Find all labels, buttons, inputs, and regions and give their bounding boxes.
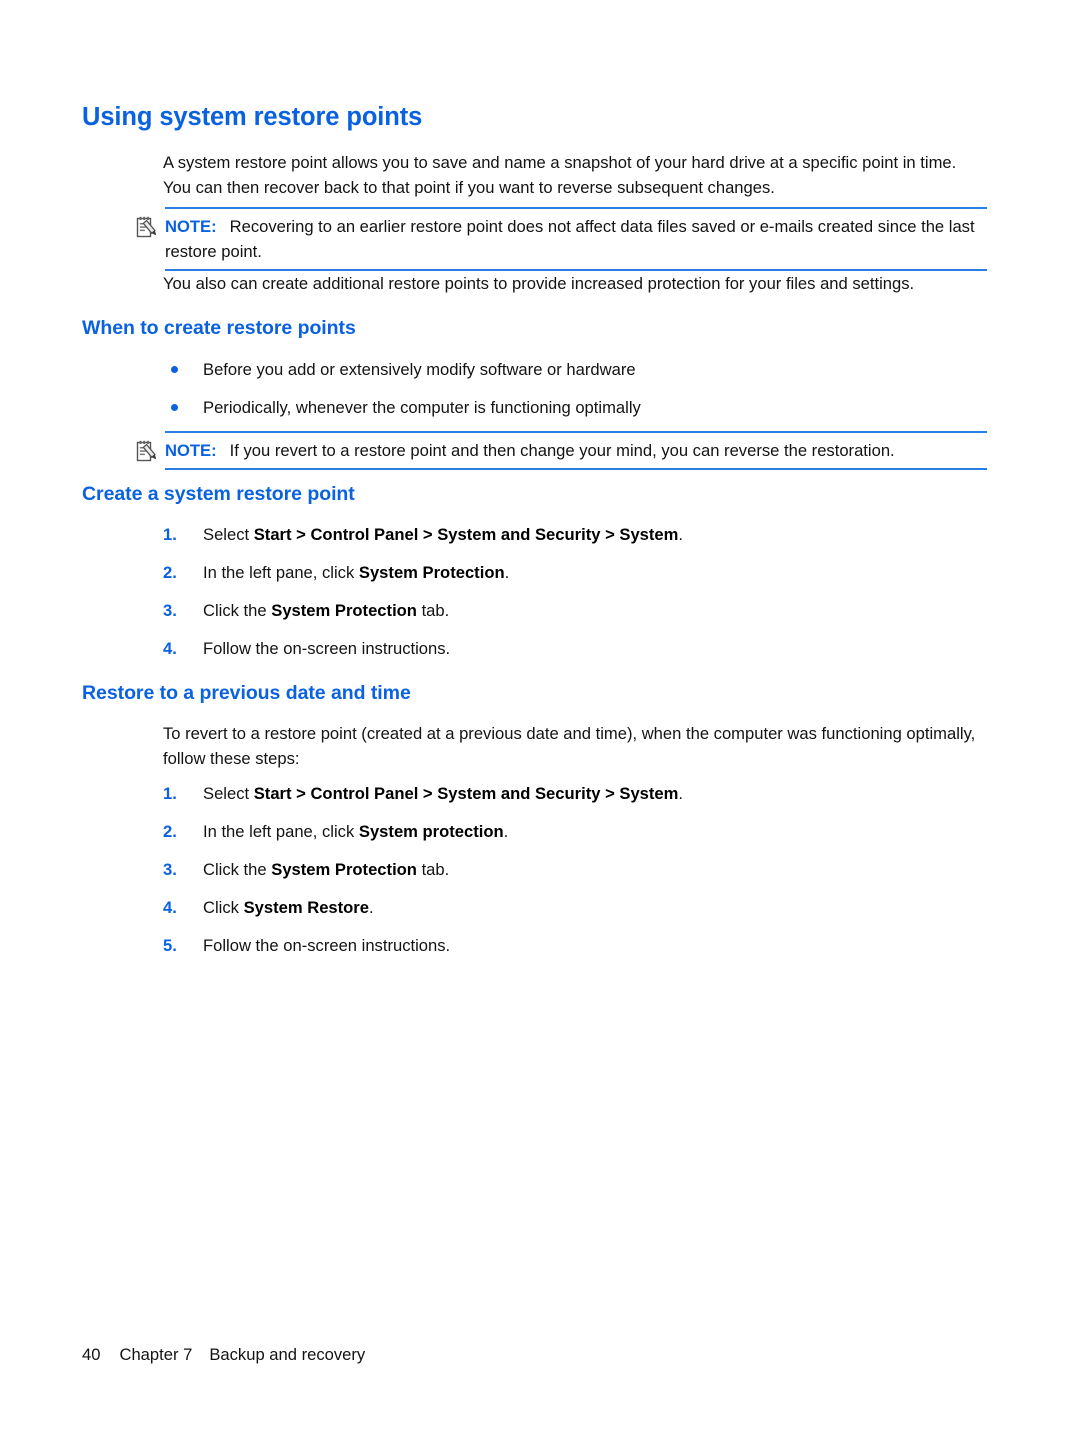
- step-text: Click System Restore.: [203, 898, 374, 917]
- page-title: Using system restore points: [82, 103, 423, 131]
- step-text-bold: System Restore: [243, 898, 369, 917]
- note-body-1: NOTE: Recovering to an earlier restore po…: [165, 207, 987, 271]
- additional-restore-points-paragraph: You also can create additional restore p…: [163, 274, 915, 293]
- step-number: 4.: [163, 639, 177, 658]
- section-heading-create-restore-point: Create a system restore point: [82, 483, 355, 505]
- list-item: 3. Click the System Protection tab.: [163, 857, 987, 895]
- list-item: 4. Click System Restore.: [163, 895, 987, 933]
- step-number: 5.: [163, 936, 177, 955]
- footer-page-number: 40: [82, 1345, 101, 1364]
- step-text-suffix: .: [503, 822, 509, 841]
- note-top-rule: [165, 431, 987, 433]
- create-restore-point-step-list: 1. Select Start > Control Panel > System…: [163, 522, 987, 674]
- step-number: 1.: [163, 784, 177, 803]
- list-item: Before you add or extensively modify sof…: [163, 357, 987, 395]
- note-text-2: If you revert to a restore point and the…: [229, 441, 895, 460]
- step-text-bold: System Protection: [271, 601, 417, 620]
- restore-intro-paragraph: To revert to a restore point (created at…: [163, 724, 976, 768]
- step-text-suffix: .: [678, 784, 684, 803]
- step-text-bold: System Protection: [358, 563, 505, 582]
- restore-previous-date-step-list: 1. Select Start > Control Panel > System…: [163, 781, 987, 971]
- footer-chapter-title: Backup and recovery: [209, 1345, 366, 1364]
- step-text-prefix: Click the: [203, 601, 272, 620]
- step-text-bold: System protection: [358, 822, 504, 841]
- step-text-prefix: Click: [203, 898, 244, 917]
- list-item: Periodically, whenever the computer is f…: [163, 395, 987, 433]
- step-number: 3.: [163, 601, 177, 620]
- note-callout-1: NOTE: Recovering to an earlier restore po…: [136, 207, 987, 271]
- step-number: 1.: [163, 525, 177, 544]
- list-item: 1. Select Start > Control Panel > System…: [163, 522, 987, 560]
- step-text-prefix: Select: [203, 525, 254, 544]
- note-callout-2: NOTE: If you revert to a restore point an…: [136, 431, 987, 470]
- note-top-rule: [165, 207, 987, 209]
- step-text-suffix: .: [504, 563, 510, 582]
- when-to-create-bullet-list: Before you add or extensively modify sof…: [163, 357, 987, 433]
- step-text-bold: Start > Control Panel > System and Secur…: [253, 784, 679, 803]
- list-item: 1. Select Start > Control Panel > System…: [163, 781, 987, 819]
- section-heading-restore-previous-date: Restore to a previous date and time: [82, 682, 411, 704]
- step-text-suffix: .: [678, 525, 684, 544]
- step-text: Click the System Protection tab.: [203, 601, 449, 620]
- note-text-1: Recovering to an earlier restore point d…: [165, 217, 975, 261]
- list-item: 3. Click the System Protection tab.: [163, 598, 987, 636]
- document-page: Using system restore points A system res…: [0, 0, 1080, 1437]
- list-item-label: Before you add or extensively modify sof…: [203, 360, 636, 379]
- step-text: Follow the on-screen instructions.: [203, 936, 450, 955]
- note-body-2: NOTE: If you revert to a restore point an…: [165, 431, 987, 470]
- step-text-prefix: In the left pane, click: [203, 822, 359, 841]
- step-text-bold: Start > Control Panel > System and Secur…: [253, 525, 679, 544]
- list-item: 4. Follow the on-screen instructions.: [163, 636, 987, 674]
- step-text-prefix: In the left pane, click: [203, 563, 359, 582]
- note-bottom-rule: [165, 468, 987, 470]
- step-text: Click the System Protection tab.: [203, 860, 449, 879]
- bullet-dot-icon: [171, 404, 178, 411]
- step-number: 2.: [163, 822, 177, 841]
- note-pencil-icon: [136, 440, 158, 463]
- step-number: 4.: [163, 898, 177, 917]
- step-text-suffix: .: [369, 898, 374, 917]
- note-pencil-icon: [136, 216, 158, 239]
- step-text-prefix: Follow the on-screen instructions.: [203, 639, 451, 658]
- step-text-prefix: Select: [203, 784, 254, 803]
- footer-chapter: Chapter 7: [119, 1345, 193, 1364]
- page-footer: 40 Chapter 7 Backup and recovery: [82, 1345, 365, 1365]
- step-number: 2.: [163, 563, 177, 582]
- step-text: Follow the on-screen instructions.: [203, 639, 450, 658]
- step-text-bold: System Protection: [271, 860, 417, 879]
- step-text: Select Start > Control Panel > System an…: [203, 784, 683, 803]
- step-text-suffix: tab.: [416, 601, 450, 620]
- step-number: 3.: [163, 860, 177, 879]
- section-heading-when-to-create: When to create restore points: [82, 317, 356, 339]
- step-text: In the left pane, click System protectio…: [203, 822, 508, 841]
- step-text-prefix: Follow the on-screen instructions.: [203, 936, 451, 955]
- list-item: 2. In the left pane, click System protec…: [163, 819, 987, 857]
- list-item: 2. In the left pane, click System Protec…: [163, 560, 987, 598]
- note-label-2: NOTE:: [165, 441, 217, 460]
- list-item-label: Periodically, whenever the computer is f…: [203, 398, 641, 417]
- step-text: Select Start > Control Panel > System an…: [203, 525, 683, 544]
- step-text: In the left pane, click System Protectio…: [203, 563, 509, 582]
- intro-paragraph: A system restore point allows you to sav…: [163, 153, 957, 197]
- list-item: 5. Follow the on-screen instructions.: [163, 933, 987, 971]
- note-label-1: NOTE:: [165, 217, 217, 236]
- step-text-prefix: Click the: [203, 860, 272, 879]
- step-text-suffix: tab.: [416, 860, 450, 879]
- bullet-dot-icon: [171, 366, 178, 373]
